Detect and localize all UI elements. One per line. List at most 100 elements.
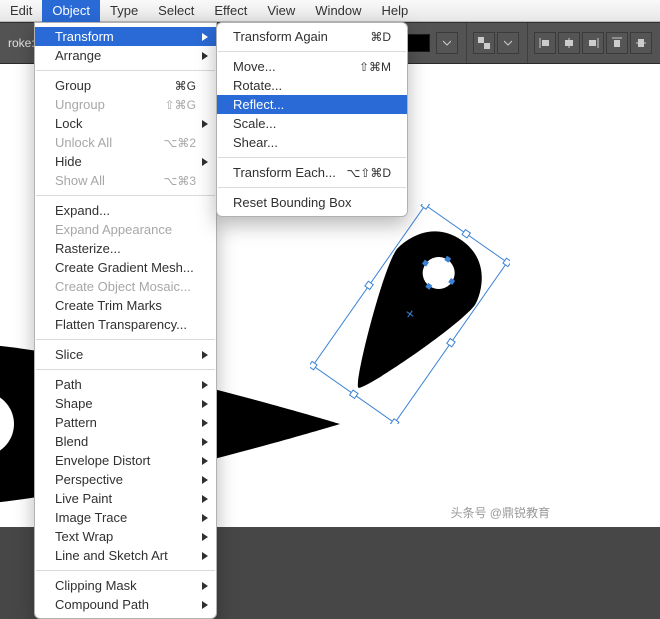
menu-item-label: Compound Path: [55, 597, 149, 612]
object-menu-item-hide[interactable]: Hide: [35, 152, 216, 171]
menu-item-label: Unlock All: [55, 135, 112, 150]
object-menu-item-blend[interactable]: Blend: [35, 432, 216, 451]
align-top-icon[interactable]: [606, 32, 628, 54]
menu-type[interactable]: Type: [100, 0, 148, 22]
submenu-arrow-icon: [202, 158, 208, 166]
align-left-icon[interactable]: [534, 32, 556, 54]
menu-item-label: Create Object Mosaic...: [55, 279, 191, 294]
submenu-arrow-icon: [202, 120, 208, 128]
object-menu-item-expand-appearance: Expand Appearance: [35, 220, 216, 239]
transform-submenu-separator: [218, 157, 406, 158]
opacity-icon[interactable]: [473, 32, 495, 54]
object-menu-item-group[interactable]: Group ⌘G: [35, 76, 216, 95]
menu-item-label: Transform Each...: [233, 165, 336, 180]
object-menu-item-arrange[interactable]: Arrange: [35, 46, 216, 65]
menu-view[interactable]: View: [257, 0, 305, 22]
menu-edit[interactable]: Edit: [0, 0, 42, 22]
object-menu-separator: [36, 339, 215, 340]
menubar: EditObjectTypeSelectEffectViewWindowHelp: [0, 0, 660, 22]
transform-submenu-item-scale-[interactable]: Scale...: [217, 114, 407, 133]
menu-item-label: Path: [55, 377, 82, 392]
submenu-arrow-icon: [202, 552, 208, 560]
object-menu-item-lock[interactable]: Lock: [35, 114, 216, 133]
transform-submenu-item-shear-[interactable]: Shear...: [217, 133, 407, 152]
menu-item-label: Shear...: [233, 135, 278, 150]
opacity-dropdown-icon[interactable]: [497, 32, 519, 54]
menu-item-label: Expand...: [55, 203, 110, 218]
transform-submenu-item-transform-each-[interactable]: Transform Each...⌥⇧⌘D: [217, 163, 407, 182]
menu-item-shortcut: ⌘D: [370, 30, 391, 44]
menu-item-label: Clipping Mask: [55, 578, 137, 593]
menu-item-label: Lock: [55, 116, 82, 131]
align-right-icon[interactable]: [582, 32, 604, 54]
style-dropdown-icon[interactable]: [436, 32, 458, 54]
menu-item-label: Shape: [55, 396, 93, 411]
object-menu-item-create-gradient-mesh-[interactable]: Create Gradient Mesh...: [35, 258, 216, 277]
menu-item-label: Blend: [55, 434, 88, 449]
menu-item-label: Scale...: [233, 116, 276, 131]
menu-item-shortcut: ⌘G: [175, 79, 196, 93]
menu-item-label: Move...: [233, 59, 276, 74]
menu-item-label: Perspective: [55, 472, 123, 487]
menu-item-label: Transform Again: [233, 29, 328, 44]
stroke-label: roke:: [8, 36, 35, 50]
object-menu-item-unlock-all: Unlock All⌥⌘2: [35, 133, 216, 152]
object-menu-item-slice[interactable]: Slice: [35, 345, 216, 364]
object-menu-item-live-paint[interactable]: Live Paint: [35, 489, 216, 508]
submenu-arrow-icon: [202, 582, 208, 590]
object-menu-item-expand-[interactable]: Expand...: [35, 201, 216, 220]
selection-bounds: [310, 204, 510, 424]
object-menu-item-image-trace[interactable]: Image Trace: [35, 508, 216, 527]
object-menu-item-show-all: Show All⌥⌘3: [35, 171, 216, 190]
transform-submenu-item-move-[interactable]: Move...⇧⌘M: [217, 57, 407, 76]
menu-item-shortcut: ⇧⌘G: [165, 98, 196, 112]
object-menu-item-rasterize-[interactable]: Rasterize...: [35, 239, 216, 258]
submenu-arrow-icon: [202, 33, 208, 41]
submenu-arrow-icon: [202, 601, 208, 609]
object-menu-item-clipping-mask[interactable]: Clipping Mask: [35, 576, 216, 595]
object-menu-item-ungroup: Ungroup ⇧⌘G: [35, 95, 216, 114]
menu-object[interactable]: Object: [42, 0, 100, 22]
transform-submenu-item-reset-bounding-box[interactable]: Reset Bounding Box: [217, 193, 407, 212]
align-center-h-icon[interactable]: [558, 32, 580, 54]
menu-effect[interactable]: Effect: [204, 0, 257, 22]
menu-window[interactable]: Window: [305, 0, 371, 22]
object-menu-dropdown: Transform Arrange Group ⌘G Ungroup ⇧⌘G Lock Unl…: [34, 22, 217, 619]
menu-item-label: Reset Bounding Box: [233, 195, 352, 210]
menu-item-shortcut: ⌥⌘3: [163, 174, 196, 188]
object-menu-item-create-trim-marks[interactable]: Create Trim Marks: [35, 296, 216, 315]
menu-item-label: Expand Appearance: [55, 222, 172, 237]
transform-submenu-separator: [218, 187, 406, 188]
align-center-v-icon[interactable]: [630, 32, 652, 54]
object-menu-item-pattern[interactable]: Pattern: [35, 413, 216, 432]
transform-submenu-item-rotate-[interactable]: Rotate...: [217, 76, 407, 95]
transform-submenu-separator: [218, 51, 406, 52]
menu-item-label: Group: [55, 78, 91, 93]
selected-object-group[interactable]: [310, 204, 510, 424]
transform-submenu-item-reflect-[interactable]: Reflect...: [217, 95, 407, 114]
object-menu-item-line-and-sketch-art[interactable]: Line and Sketch Art: [35, 546, 216, 565]
object-menu-item-path[interactable]: Path: [35, 375, 216, 394]
menu-help[interactable]: Help: [372, 0, 419, 22]
menu-item-label: Flatten Transparency...: [55, 317, 187, 332]
transform-submenu-item-transform-again[interactable]: Transform Again ⌘D: [217, 27, 407, 46]
menu-item-label: Ungroup: [55, 97, 105, 112]
submenu-arrow-icon: [202, 52, 208, 60]
object-menu-item-shape[interactable]: Shape: [35, 394, 216, 413]
menu-select[interactable]: Select: [148, 0, 204, 22]
object-menu-item-text-wrap[interactable]: Text Wrap: [35, 527, 216, 546]
menu-item-label: Rasterize...: [55, 241, 121, 256]
submenu-arrow-icon: [202, 419, 208, 427]
object-menu-item-perspective[interactable]: Perspective: [35, 470, 216, 489]
submenu-arrow-icon: [202, 351, 208, 359]
submenu-arrow-icon: [202, 476, 208, 484]
object-menu-item-transform[interactable]: Transform: [35, 27, 216, 46]
menu-item-label: Arrange: [55, 48, 101, 63]
object-menu-item-flatten-transparency-[interactable]: Flatten Transparency...: [35, 315, 216, 334]
object-menu-item-envelope-distort[interactable]: Envelope Distort: [35, 451, 216, 470]
watermark: 头条号 @鼎锐教育: [450, 504, 550, 521]
menu-item-label: Slice: [55, 347, 83, 362]
object-menu-item-compound-path[interactable]: Compound Path: [35, 595, 216, 614]
menu-item-label: Rotate...: [233, 78, 282, 93]
submenu-arrow-icon: [202, 438, 208, 446]
